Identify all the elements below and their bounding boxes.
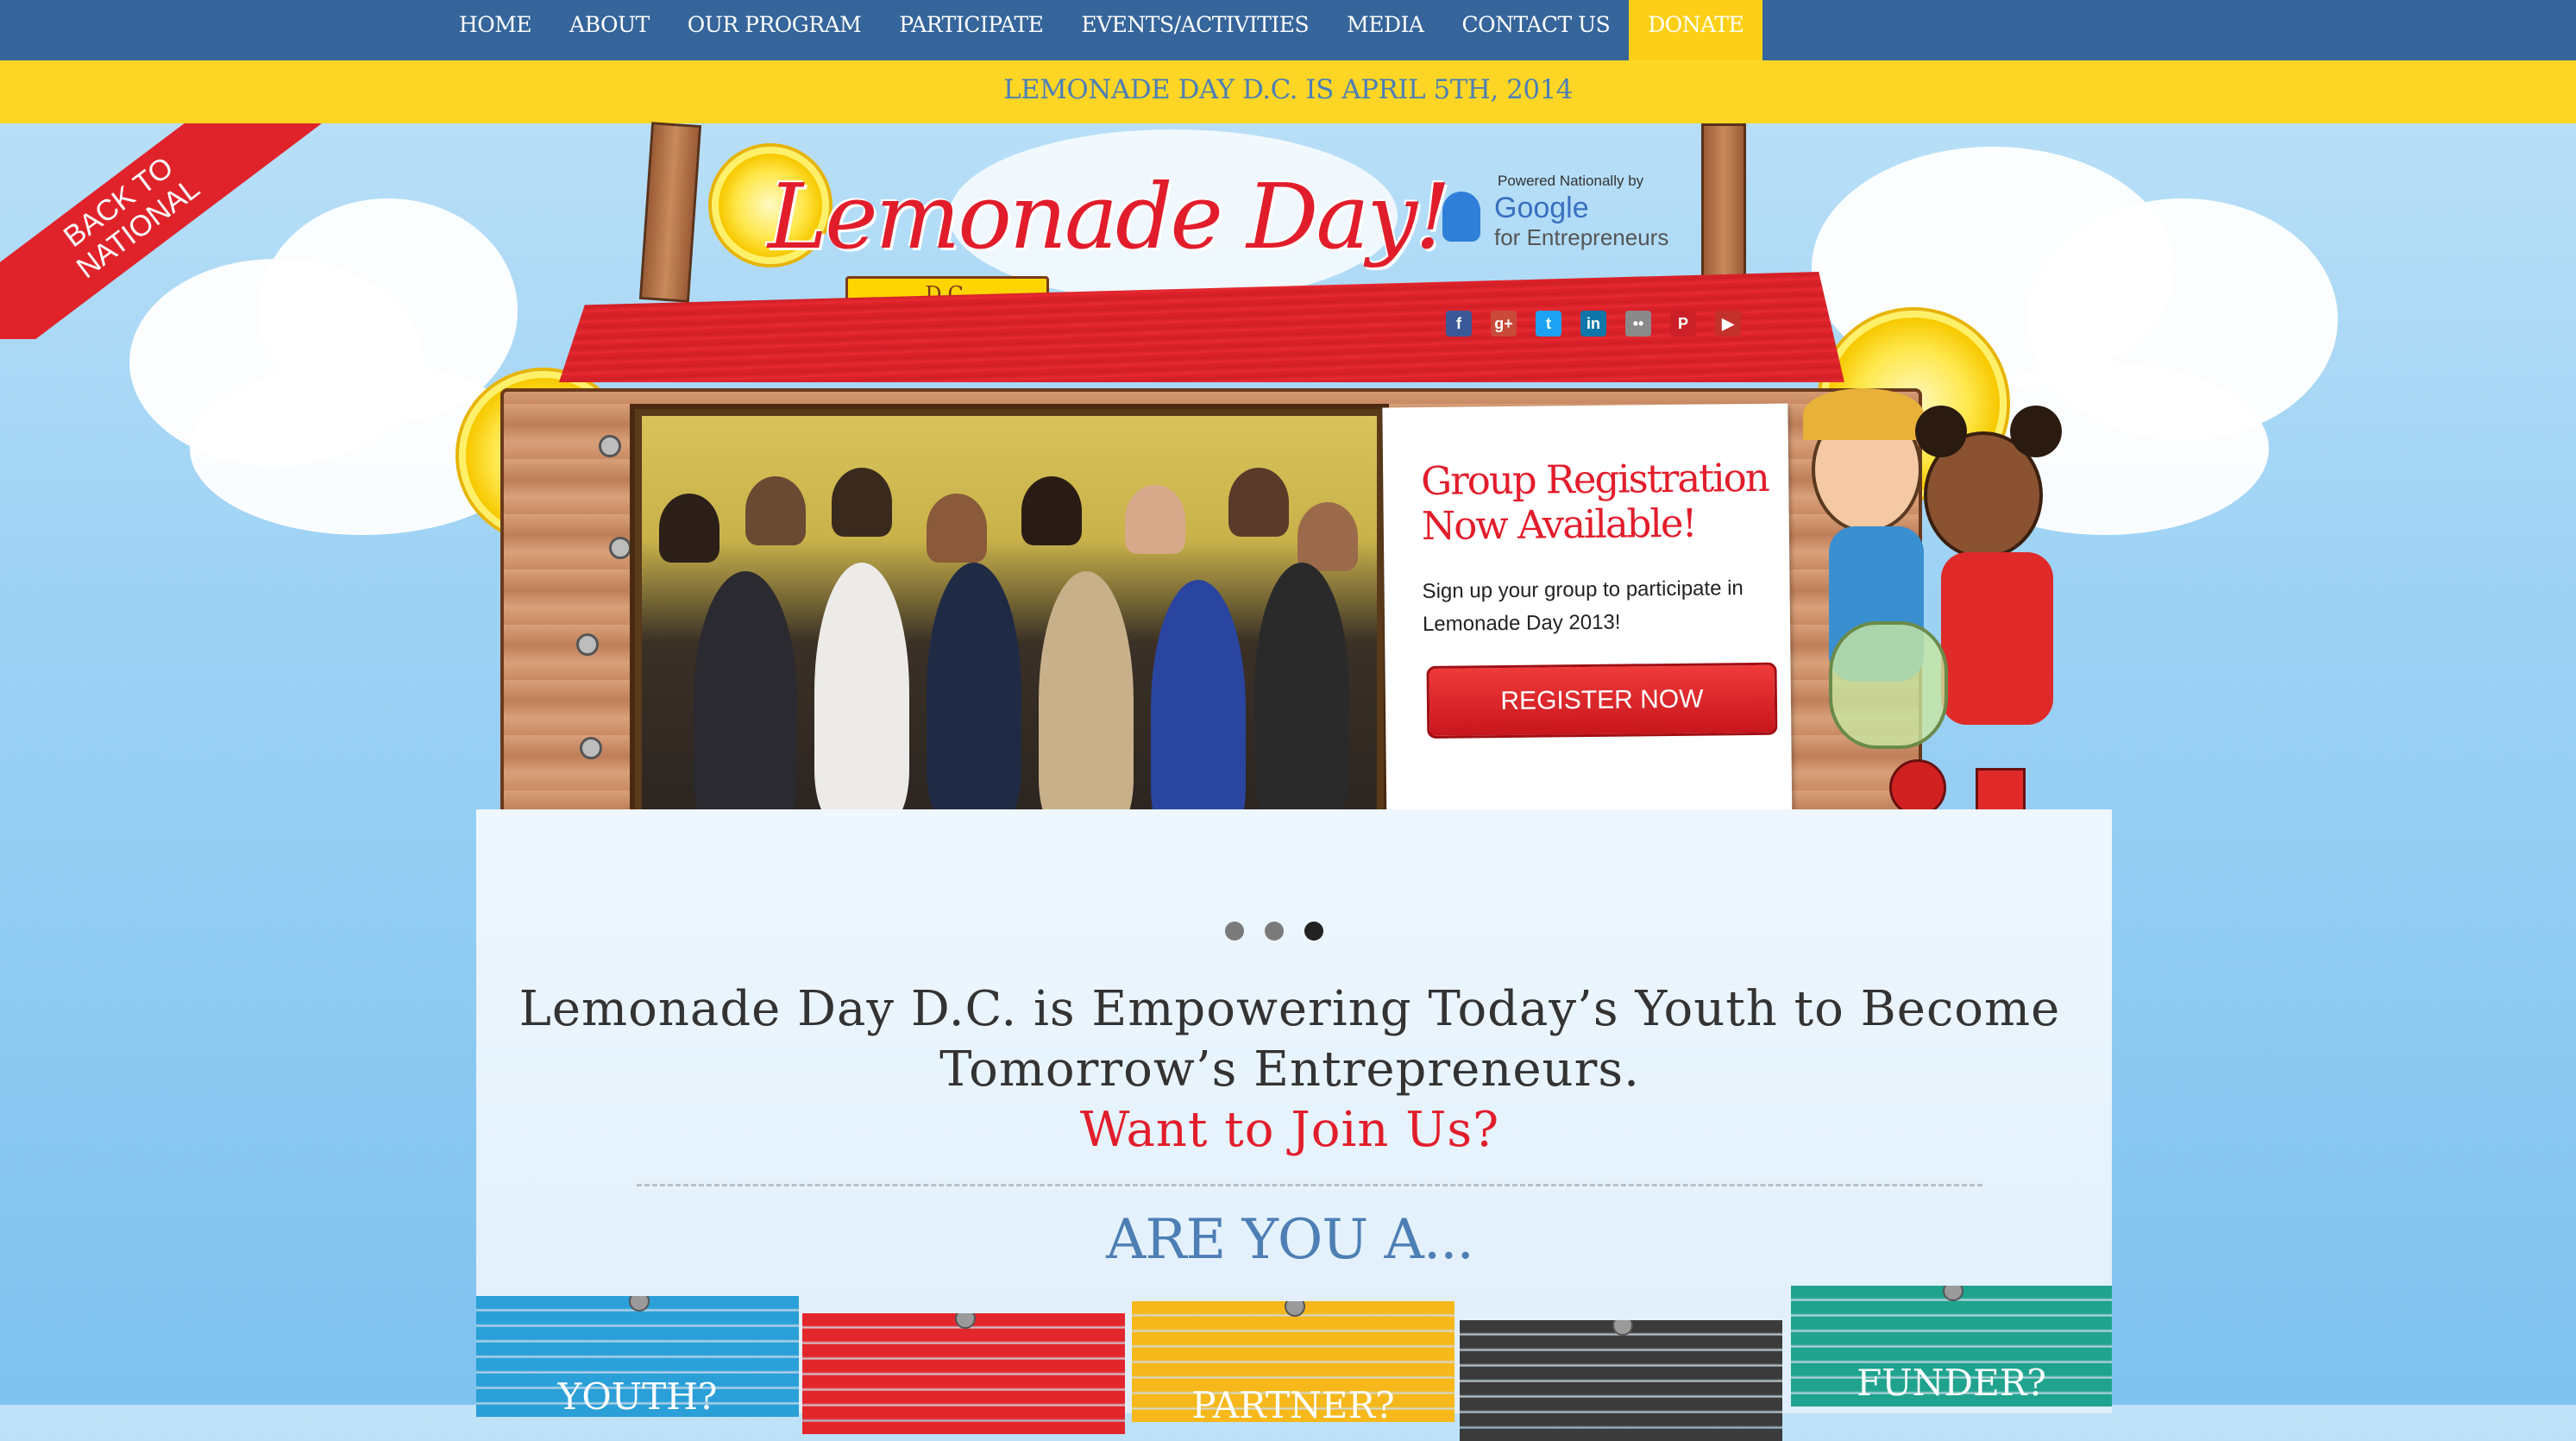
group-photo-image <box>642 416 1377 828</box>
nav-home[interactable]: HOME <box>440 0 550 60</box>
dashed-divider <box>637 1184 1982 1186</box>
top-nav: HOME ABOUT OUR PROGRAM PARTICIPATE EVENT… <box>0 0 2576 60</box>
google-for-entrepreneurs-badge[interactable]: Powered Nationally by Google for Entrepr… <box>1442 173 1684 259</box>
nav-our-program[interactable]: OUR PROGRAM <box>669 0 880 60</box>
facebook-icon[interactable]: f <box>1446 311 1472 337</box>
lemonade-day-logo[interactable]: Lemonade Day! D.C. <box>707 138 1451 312</box>
lightbulb-icon <box>1442 192 1480 242</box>
sign-red[interactable] <box>802 1313 1125 1434</box>
sign-partner[interactable]: PARTNER? <box>1132 1301 1454 1422</box>
sign-dark[interactable] <box>1460 1320 1782 1441</box>
google-plus-icon[interactable]: g+ <box>1491 311 1517 337</box>
slide-heading: Group Registration Now Available! <box>1420 454 1769 550</box>
join-us-link[interactable]: Want to Join Us? <box>476 1100 2103 1161</box>
pin-icon <box>1612 1320 1633 1336</box>
bolt-icon <box>609 537 631 559</box>
powered-by-label: Powered Nationally by <box>1498 173 1644 189</box>
nav-about[interactable]: ABOUT <box>550 0 669 60</box>
sign-label: PARTNER? <box>1191 1384 1395 1422</box>
nav-contact-us[interactable]: CONTACT US <box>1442 0 1629 60</box>
social-links: f g+ t in •• P ▶ <box>1446 311 1741 337</box>
pin-icon <box>1285 1301 1305 1317</box>
nav-events-activities[interactable]: EVENTS/ACTIVITIES <box>1062 0 1328 60</box>
nav-donate[interactable]: DONATE <box>1629 0 1763 60</box>
youtube-icon[interactable]: ▶ <box>1715 311 1741 337</box>
logo-title: Lemonade Day! <box>768 164 1451 269</box>
event-date-banner: LEMONADE DAY D.C. IS APRIL 5TH, 2014 <box>0 60 2576 123</box>
twitter-icon[interactable]: t <box>1536 311 1561 337</box>
back-to-national-ribbon[interactable]: BACK TO NATIONAL <box>0 123 328 339</box>
sign-label: FUNDER? <box>1857 1362 2046 1404</box>
flickr-icon[interactable]: •• <box>1625 311 1651 337</box>
slide-caption-card: Group Registration Now Available! Sign u… <box>1382 403 1793 844</box>
bolt-icon <box>580 737 602 759</box>
linkedin-icon[interactable]: in <box>1580 311 1606 337</box>
slide-heading-line-1: Group Registration <box>1420 454 1769 505</box>
mission-tagline: Lemonade Day D.C. is Empowering Today’s … <box>476 979 2103 1161</box>
are-you-heading: ARE YOU A... <box>1106 1208 1474 1272</box>
register-now-button[interactable]: REGISTER NOW <box>1426 662 1778 739</box>
sign-label: YOUTH? <box>557 1375 718 1417</box>
nav-participate[interactable]: PARTICIPATE <box>880 0 1062 60</box>
pin-icon <box>629 1296 650 1312</box>
slide-text: Sign up your group to participate in Lem… <box>1422 576 1744 636</box>
bolt-icon <box>599 435 621 457</box>
pin-icon <box>1943 1286 1963 1301</box>
google-brand: Google <box>1494 192 1589 224</box>
slider-dot-3[interactable] <box>1304 922 1323 941</box>
slider-pagination <box>1225 922 1323 941</box>
sign-youth[interactable]: YOUTH? <box>476 1296 799 1417</box>
slider-dot-2[interactable] <box>1265 922 1284 941</box>
google-tagline: for Entrepreneurs <box>1494 224 1669 250</box>
sign-funder[interactable]: FUNDER? <box>1791 1286 2112 1406</box>
mission-statement: Lemonade Day D.C. is Empowering Today’s … <box>518 981 2061 1098</box>
nav-media[interactable]: MEDIA <box>1328 0 1442 60</box>
pin-icon <box>955 1313 976 1329</box>
slider-dot-1[interactable] <box>1225 922 1244 941</box>
slide-heading-line-2: Now Available! <box>1421 500 1696 550</box>
bolt-icon <box>576 633 599 656</box>
pinterest-icon[interactable]: P <box>1670 311 1696 337</box>
slide-photo[interactable] <box>630 404 1389 840</box>
stand-post-left <box>638 122 702 303</box>
